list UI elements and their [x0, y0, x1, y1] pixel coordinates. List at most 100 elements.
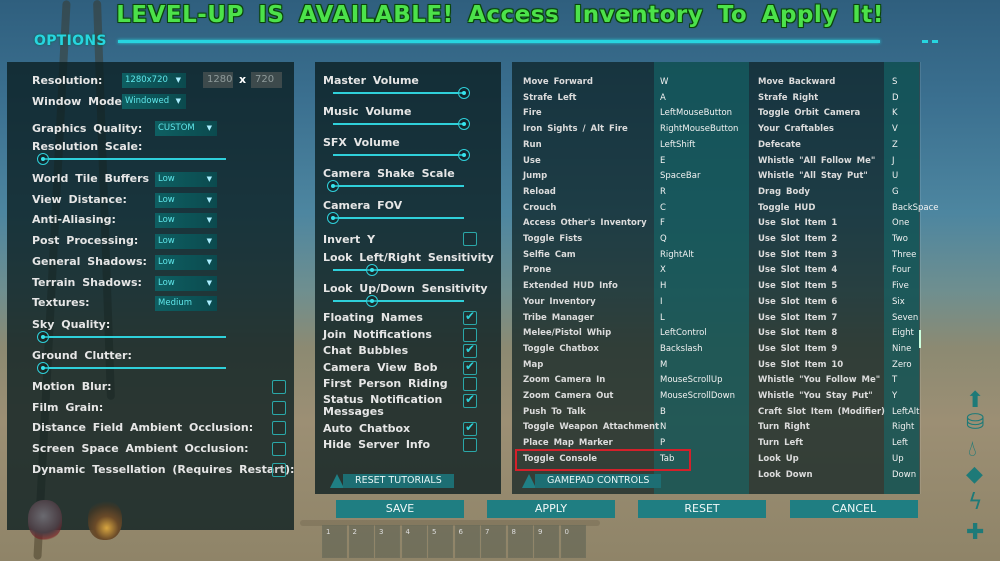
keybind-action[interactable]: Strafe Right — [758, 93, 818, 103]
keybind-key[interactable]: Left — [892, 438, 908, 448]
keybind-action[interactable]: Look Up — [758, 454, 799, 464]
keybind-key[interactable]: N — [660, 422, 666, 432]
keybind-action[interactable]: Use Slot Item 10 — [758, 360, 843, 370]
keybind-action[interactable]: Jump — [523, 171, 547, 181]
keybind-action[interactable]: Toggle Orbit Camera — [758, 108, 860, 118]
keybind-key[interactable]: G — [892, 187, 899, 197]
keybind-key[interactable]: P — [660, 438, 665, 448]
cancel-button[interactable]: CANCEL — [790, 500, 918, 518]
invert-y-checkbox[interactable] — [463, 232, 477, 246]
keybind-action[interactable]: Use Slot Item 5 — [758, 281, 837, 291]
keybind-action[interactable]: Use Slot Item 9 — [758, 344, 837, 354]
save-button[interactable]: SAVE — [336, 500, 464, 518]
keybind-key[interactable]: LeftAlt — [892, 407, 920, 417]
keybind-action[interactable]: Turn Left — [758, 438, 803, 448]
keybind-scrollbar[interactable] — [919, 62, 921, 494]
resolution-scale-slider-knob[interactable] — [37, 153, 49, 165]
keybind-action[interactable]: Run — [523, 140, 542, 150]
keybind-action[interactable]: Iron Sights / Alt Fire — [523, 124, 628, 134]
keybind-action[interactable]: Use Slot Item 6 — [758, 297, 837, 307]
hotbar-slot[interactable]: 0 — [560, 525, 586, 558]
keybind-key[interactable]: H — [660, 281, 666, 291]
general-checkbox[interactable] — [463, 420, 477, 436]
keybind-key[interactable]: Right — [892, 422, 914, 432]
resolution-height-field[interactable]: 720 — [251, 72, 282, 88]
resolution-width-field[interactable]: 1280 — [203, 72, 233, 88]
hotbar-slot[interactable]: 9 — [534, 525, 559, 558]
keybind-action[interactable]: Craft Slot Item (Modifier) — [758, 407, 885, 417]
keybind-action[interactable]: Defecate — [758, 140, 801, 150]
hotbar-slot[interactable]: 2 — [348, 525, 374, 558]
keybind-action[interactable]: Drag Body — [758, 187, 810, 197]
audio-slider[interactable] — [333, 149, 470, 161]
keybind-action[interactable]: Zoom Camera In — [523, 375, 605, 385]
keybind-action[interactable]: Use Slot Item 4 — [758, 265, 837, 275]
keybind-action[interactable]: Toggle Chatbox — [523, 344, 599, 354]
hotbar-slot[interactable]: 5 — [428, 525, 453, 558]
keybind-key[interactable]: MouseScrollUp — [660, 375, 723, 385]
hotbar-slot[interactable]: 1 — [322, 525, 347, 558]
keybind-key[interactable]: U — [892, 171, 898, 181]
audio-slider-knob[interactable] — [327, 212, 339, 224]
keybind-action[interactable]: Zoom Camera Out — [523, 391, 613, 401]
keybind-key[interactable]: W — [660, 77, 668, 87]
ground-clutter-slider-knob[interactable] — [37, 362, 49, 374]
keybind-key[interactable]: A — [660, 93, 666, 103]
keybind-action[interactable]: Move Forward — [523, 77, 593, 87]
keybind-key[interactable]: LeftShift — [660, 140, 695, 150]
hotbar-slot[interactable]: 8 — [507, 525, 533, 558]
keybind-key[interactable]: Q — [660, 234, 667, 244]
keybind-action[interactable]: Prone — [523, 265, 551, 275]
audio-slider-knob[interactable] — [458, 87, 470, 99]
graphics-setting-dropdown[interactable]: Medium ▼ — [155, 296, 217, 311]
hotbar-slot[interactable]: 4 — [401, 525, 427, 558]
general-checkbox[interactable] — [463, 438, 477, 452]
audio-slider[interactable] — [327, 180, 464, 192]
keybind-action[interactable]: Use Slot Item 1 — [758, 218, 837, 228]
keybind-key[interactable]: C — [660, 203, 666, 213]
keybind-key[interactable]: Seven — [892, 313, 918, 323]
keybind-key[interactable]: MouseScrollDown — [660, 391, 735, 401]
hotbar-slot[interactable]: 3 — [375, 525, 400, 558]
keybind-key[interactable]: F — [660, 218, 665, 228]
look-ud-slider-knob[interactable] — [366, 295, 379, 307]
keybind-key[interactable]: E — [660, 156, 665, 166]
keybind-key[interactable]: M — [660, 360, 667, 370]
keybind-key[interactable]: J — [892, 156, 895, 166]
keybind-action[interactable]: Whistle "All Follow Me" — [758, 156, 875, 166]
keybind-key[interactable]: Four — [892, 265, 911, 275]
look-lr-slider[interactable] — [333, 264, 464, 276]
look-ud-slider[interactable] — [333, 295, 464, 307]
graphics-setting-dropdown[interactable]: Low ▼ — [155, 276, 217, 291]
keybind-key[interactable]: Zero — [892, 360, 912, 370]
keybind-key[interactable]: RightAlt — [660, 250, 694, 260]
keybind-action[interactable]: Your Inventory — [523, 297, 596, 307]
graphics-setting-dropdown[interactable]: Low ▼ — [155, 234, 217, 249]
general-checkbox[interactable] — [463, 377, 477, 391]
video-checkbox[interactable] — [272, 463, 286, 477]
keybind-key[interactable]: T — [892, 375, 897, 385]
keybind-action[interactable]: Whistle "You Follow Me" — [758, 375, 880, 385]
keybind-key[interactable]: LeftControl — [660, 328, 707, 338]
keybind-action[interactable]: Use — [523, 156, 541, 166]
general-checkbox[interactable] — [463, 392, 477, 408]
keybind-action[interactable]: Fire — [523, 108, 542, 118]
keybind-key[interactable]: SpaceBar — [660, 171, 700, 181]
keybind-action[interactable]: Place Map Marker — [523, 438, 613, 448]
graphics-setting-dropdown[interactable]: Low ▼ — [155, 255, 217, 270]
keybind-action[interactable]: Turn Right — [758, 422, 810, 432]
keybind-action[interactable]: Toggle HUD — [758, 203, 815, 213]
keybind-action[interactable]: Toggle Fists — [523, 234, 582, 244]
keybind-key[interactable]: Three — [892, 250, 916, 260]
audio-slider-knob[interactable] — [458, 149, 470, 161]
keybind-action[interactable]: Move Backward — [758, 77, 835, 87]
video-checkbox[interactable] — [272, 380, 286, 394]
sky-quality-slider[interactable] — [37, 331, 226, 343]
hotbar-slot[interactable]: 7 — [481, 525, 506, 558]
keybind-action[interactable]: Access Other's Inventory — [523, 218, 647, 228]
audio-slider[interactable] — [327, 212, 464, 224]
video-checkbox[interactable] — [272, 421, 286, 435]
keybind-action[interactable]: Your Craftables — [758, 124, 834, 134]
keybind-key[interactable]: I — [660, 297, 663, 307]
audio-slider[interactable] — [333, 87, 470, 99]
